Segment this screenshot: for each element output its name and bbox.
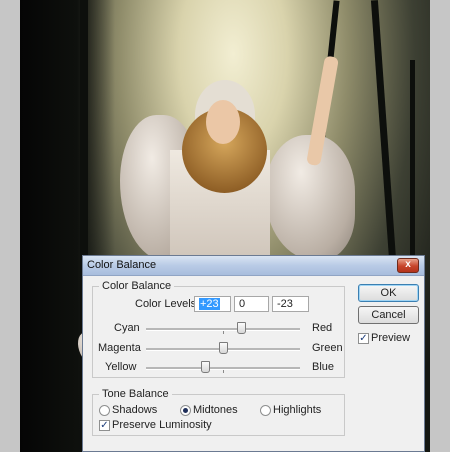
yellow-blue-level-input[interactable]: -23 (272, 296, 309, 312)
shadows-radio[interactable] (99, 405, 110, 416)
angel-face (206, 100, 240, 144)
preview-label[interactable]: Preview (371, 332, 410, 344)
color-balance-group-label: Color Balance (99, 280, 175, 292)
preview-checkbox[interactable]: ✓ (358, 333, 369, 344)
dialog-titlebar[interactable]: Color Balance x (83, 256, 424, 276)
yellow-blue-level-value: -23 (277, 298, 293, 310)
tree-trunk (410, 60, 415, 260)
magenta-green-level-input[interactable]: 0 (234, 296, 269, 312)
slider-cyan-label: Cyan (114, 322, 140, 334)
dialog-title: Color Balance (87, 259, 157, 271)
midtones-label[interactable]: Midtones (193, 404, 238, 416)
slider-yellow-label: Yellow (105, 361, 137, 373)
check-icon: ✓ (100, 420, 109, 431)
preserve-luminosity-label[interactable]: Preserve Luminosity (112, 419, 212, 431)
tone-balance-group-label: Tone Balance (99, 388, 172, 400)
slider-magenta-label: Magenta (98, 342, 141, 354)
check-icon: ✓ (359, 333, 368, 344)
cyan-red-level-input[interactable]: +23 (194, 296, 231, 312)
ok-button[interactable]: OK (358, 284, 419, 302)
cancel-button[interactable]: Cancel (358, 306, 419, 324)
preserve-luminosity-checkbox[interactable]: ✓ (99, 420, 110, 431)
shadows-label[interactable]: Shadows (112, 404, 157, 416)
color-levels-label: Color Levels: (135, 298, 200, 310)
close-icon: x (405, 259, 411, 270)
highlights-label[interactable]: Highlights (273, 404, 321, 416)
slider-center-tick (223, 331, 224, 334)
ok-button-label: OK (380, 287, 397, 299)
highlights-radio[interactable] (260, 405, 271, 416)
slider-blue-label: Blue (312, 361, 335, 373)
slider-red-label: Red (312, 322, 333, 334)
close-button[interactable]: x (397, 258, 419, 273)
midtones-radio[interactable] (180, 405, 191, 416)
magenta-green-slider-thumb[interactable] (219, 342, 228, 354)
tree-trunk (370, 0, 397, 260)
cancel-button-label: Cancel (371, 309, 406, 321)
magenta-green-level-value: 0 (239, 298, 246, 310)
cyan-red-level-value: +23 (199, 298, 220, 310)
slider-center-tick (223, 370, 224, 373)
cyan-red-slider-thumb[interactable] (236, 322, 246, 334)
color-balance-dialog: Color Balance x Color Balance Color Leve… (82, 255, 425, 452)
slider-green-label: Green (312, 342, 343, 354)
yellow-blue-slider-thumb[interactable] (201, 361, 211, 373)
